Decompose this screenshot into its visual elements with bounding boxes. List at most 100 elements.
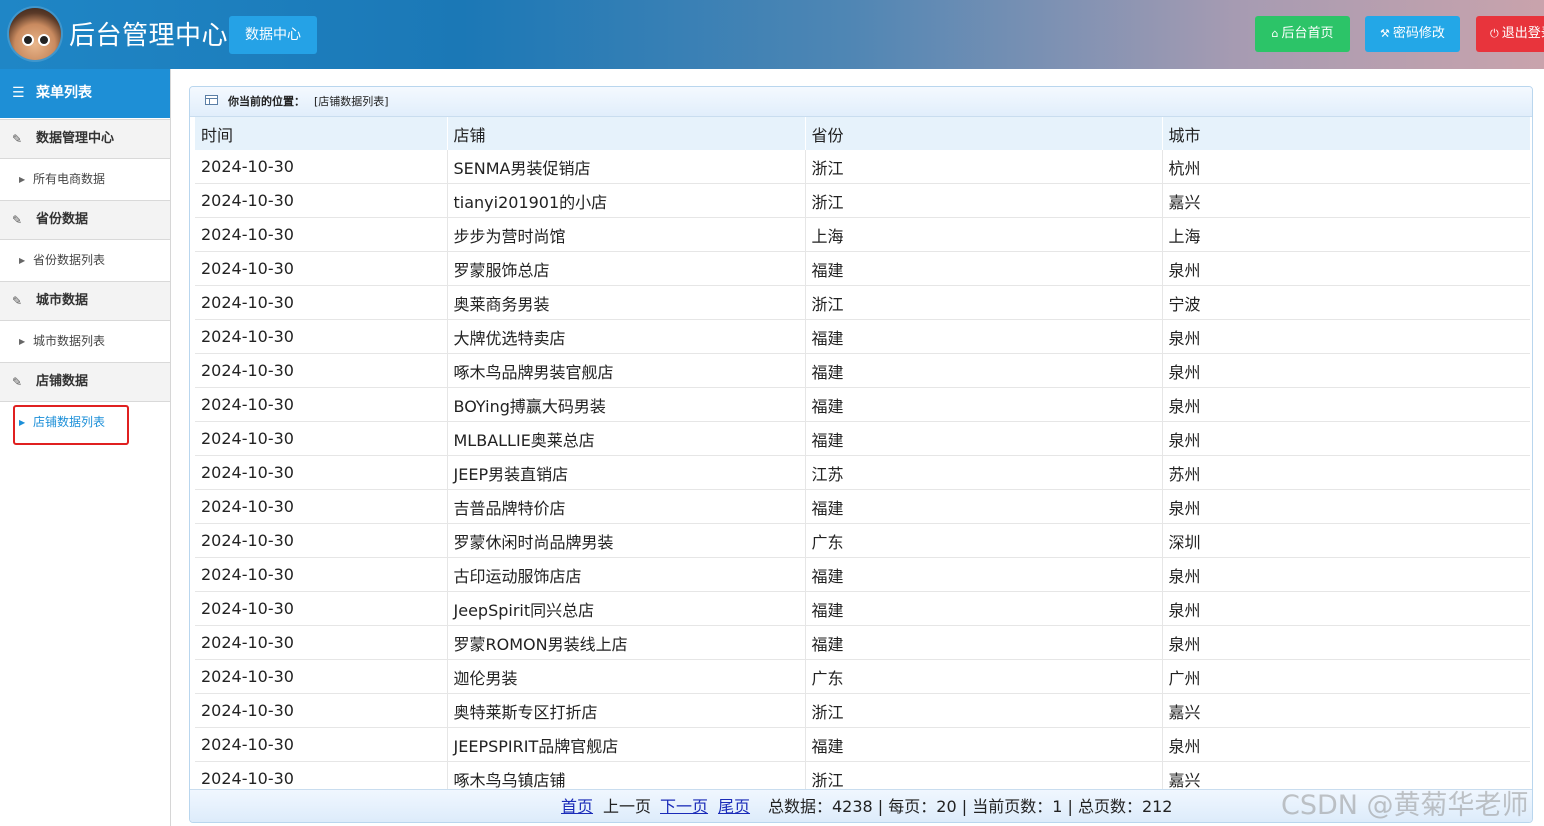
- sidebar-section-store-data[interactable]: ✎ 店铺数据: [0, 362, 170, 402]
- cell-store: 罗蒙ROMON男装线上店: [447, 625, 806, 660]
- cell-city: 泉州: [1162, 353, 1530, 388]
- cell-store: tianyi201901的小店: [447, 183, 806, 218]
- cell-time: 2024-10-30: [195, 183, 448, 218]
- table-row: 2024-10-30 吉普品牌特价店 福建 泉州: [195, 489, 1530, 524]
- cell-province: 福建: [805, 591, 1163, 626]
- cell-city: 泉州: [1162, 489, 1530, 524]
- sidebar-item-label: 省份数据列表: [33, 253, 106, 267]
- cell-time: 2024-10-30: [195, 591, 448, 626]
- table-row: 2024-10-30 古印运动服饰店店 福建 泉州: [195, 557, 1530, 592]
- cell-store: 迦伦男装: [447, 659, 806, 694]
- cell-store: JEEP男装直销店: [447, 455, 806, 490]
- cell-province: 福建: [805, 489, 1163, 524]
- table-row: 2024-10-30 JEEP男装直销店 江苏 苏州: [195, 455, 1530, 490]
- cell-city: 宁波: [1162, 285, 1530, 320]
- logout-button[interactable]: ⏻退出登录: [1476, 16, 1544, 52]
- section-label: 城市数据: [36, 293, 89, 308]
- cell-store: 奥莱商务男装: [447, 285, 806, 320]
- menu-list-title: 菜单列表: [36, 85, 92, 101]
- table-row: 2024-10-30 SENMA男装促销店 浙江 杭州: [195, 150, 1530, 184]
- sidebar-item-label: 城市数据列表: [33, 334, 106, 348]
- caret-right-icon: ▶: [19, 175, 26, 184]
- cell-store: 罗蒙服饰总店: [447, 251, 806, 286]
- column-header-province: 省份: [805, 117, 1163, 150]
- cell-time: 2024-10-30: [195, 523, 448, 558]
- cell-store: 大牌优选特卖店: [447, 319, 806, 354]
- edit-icon: ✎: [12, 294, 23, 308]
- sidebar-item-label: 所有电商数据: [33, 172, 106, 186]
- table-row: 2024-10-30 奥特莱斯专区打折店 浙江 嘉兴: [195, 693, 1530, 728]
- table-row: 2024-10-30 JeepSpirit同兴总店 福建 泉州: [195, 591, 1530, 626]
- cell-store: 步步为营时尚馆: [447, 217, 806, 252]
- list-icon: ☰: [12, 85, 25, 101]
- cell-time: 2024-10-30: [195, 625, 448, 660]
- sidebar-section-city-data[interactable]: ✎ 城市数据: [0, 281, 170, 321]
- table-row: 2024-10-30 MLBALLIE奥莱总店 福建 泉州: [195, 421, 1530, 456]
- cell-store: JEEPSPIRIT品牌官舰店: [447, 727, 806, 762]
- cell-time: 2024-10-30: [195, 150, 448, 184]
- first-page-link[interactable]: 首页: [561, 797, 593, 816]
- last-page-link[interactable]: 尾页: [718, 797, 750, 816]
- content-panel: 你当前的位置： [店铺数据列表] 时间 店铺 省份 城市 2024-10-30 S…: [189, 86, 1533, 823]
- cell-province: 福建: [805, 625, 1163, 660]
- table-row: 2024-10-30 JEEPSPIRIT品牌官舰店 福建 泉州: [195, 727, 1530, 762]
- cell-city: 嘉兴: [1162, 693, 1530, 728]
- cell-province: 福建: [805, 557, 1163, 592]
- cell-province: 福建: [805, 421, 1163, 456]
- cell-time: 2024-10-30: [195, 489, 448, 524]
- datacenter-button[interactable]: 数据中心: [229, 16, 317, 54]
- edit-icon: ✎: [12, 132, 23, 146]
- breadcrumb-label: 你当前的位置：: [228, 95, 305, 108]
- sidebar-section-data-management[interactable]: ✎ 数据管理中心: [0, 119, 170, 159]
- watermark: CSDN @黄菊华老师: [1281, 790, 1529, 821]
- power-icon: ⏻: [1490, 27, 1499, 40]
- admin-home-button[interactable]: ⌂ 后台首页: [1255, 16, 1350, 52]
- cell-province: 上海: [805, 217, 1163, 252]
- next-page-link[interactable]: 下一页: [660, 797, 708, 816]
- top-header: 后台管理中心 数据中心 ⌂后台首页 ⚒密码修改 ⏻退出登录: [0, 0, 1544, 69]
- cell-time: 2024-10-30: [195, 353, 448, 388]
- window-icon: [205, 95, 218, 105]
- sidebar-item-all-ecommerce-data[interactable]: ▶ 所有电商数据: [0, 159, 170, 200]
- section-label: 省份数据: [36, 212, 89, 227]
- cell-province: 江苏: [805, 455, 1163, 490]
- cell-time: 2024-10-30: [195, 251, 448, 286]
- cell-city: 深圳: [1162, 523, 1530, 558]
- cell-province: 广东: [805, 523, 1163, 558]
- cell-city: 杭州: [1162, 150, 1530, 184]
- cell-city: 泉州: [1162, 625, 1530, 660]
- table-row: 2024-10-30 罗蒙服饰总店 福建 泉州: [195, 251, 1530, 286]
- store-data-table: 时间 店铺 省份 城市 2024-10-30 SENMA男装促销店 浙江 杭州 2024…: [195, 117, 1530, 822]
- change-password-button[interactable]: ⚒ 密码修改: [1365, 16, 1460, 52]
- change-password-label: 密码修改: [1392, 26, 1445, 41]
- sidebar-item-province-list[interactable]: ▶ 省份数据列表: [0, 240, 170, 281]
- table-row: 2024-10-30 奥莱商务男装 浙江 宁波: [195, 285, 1530, 320]
- breadcrumb-location: [店铺数据列表]: [314, 95, 389, 108]
- edit-icon: ✎: [12, 213, 23, 227]
- table-header-row: 时间 店铺 省份 城市: [195, 117, 1530, 150]
- sidebar: ☰ 菜单列表 ✎ 数据管理中心 ▶ 所有电商数据 ✎ 省份数据 ▶ 省份数据列表…: [0, 69, 171, 826]
- cell-province: 福建: [805, 319, 1163, 354]
- cell-time: 2024-10-30: [195, 455, 448, 490]
- cell-province: 浙江: [805, 285, 1163, 320]
- cell-time: 2024-10-30: [195, 387, 448, 422]
- table-row: 2024-10-30 BOYing搏赢大码男装 福建 泉州: [195, 387, 1530, 422]
- cell-province: 福建: [805, 387, 1163, 422]
- cell-store: SENMA男装促销店: [447, 150, 806, 184]
- cell-city: 泉州: [1162, 421, 1530, 456]
- cell-province: 浙江: [805, 150, 1163, 184]
- cell-store: JeepSpirit同兴总店: [447, 591, 806, 626]
- cell-store: 啄木鸟品牌男装官舰店: [447, 353, 806, 388]
- cell-province: 广东: [805, 659, 1163, 694]
- cell-city: 泉州: [1162, 557, 1530, 592]
- sidebar-section-province-data[interactable]: ✎ 省份数据: [0, 200, 170, 240]
- cell-province: 福建: [805, 727, 1163, 762]
- section-label: 店铺数据: [36, 374, 89, 389]
- admin-home-label: 后台首页: [1281, 26, 1334, 41]
- sidebar-item-city-list[interactable]: ▶ 城市数据列表: [0, 321, 170, 362]
- cell-city: 泉州: [1162, 727, 1530, 762]
- cell-time: 2024-10-30: [195, 693, 448, 728]
- cell-store: BOYing搏赢大码男装: [447, 387, 806, 422]
- cell-time: 2024-10-30: [195, 557, 448, 592]
- cell-store: MLBALLIE奥莱总店: [447, 421, 806, 456]
